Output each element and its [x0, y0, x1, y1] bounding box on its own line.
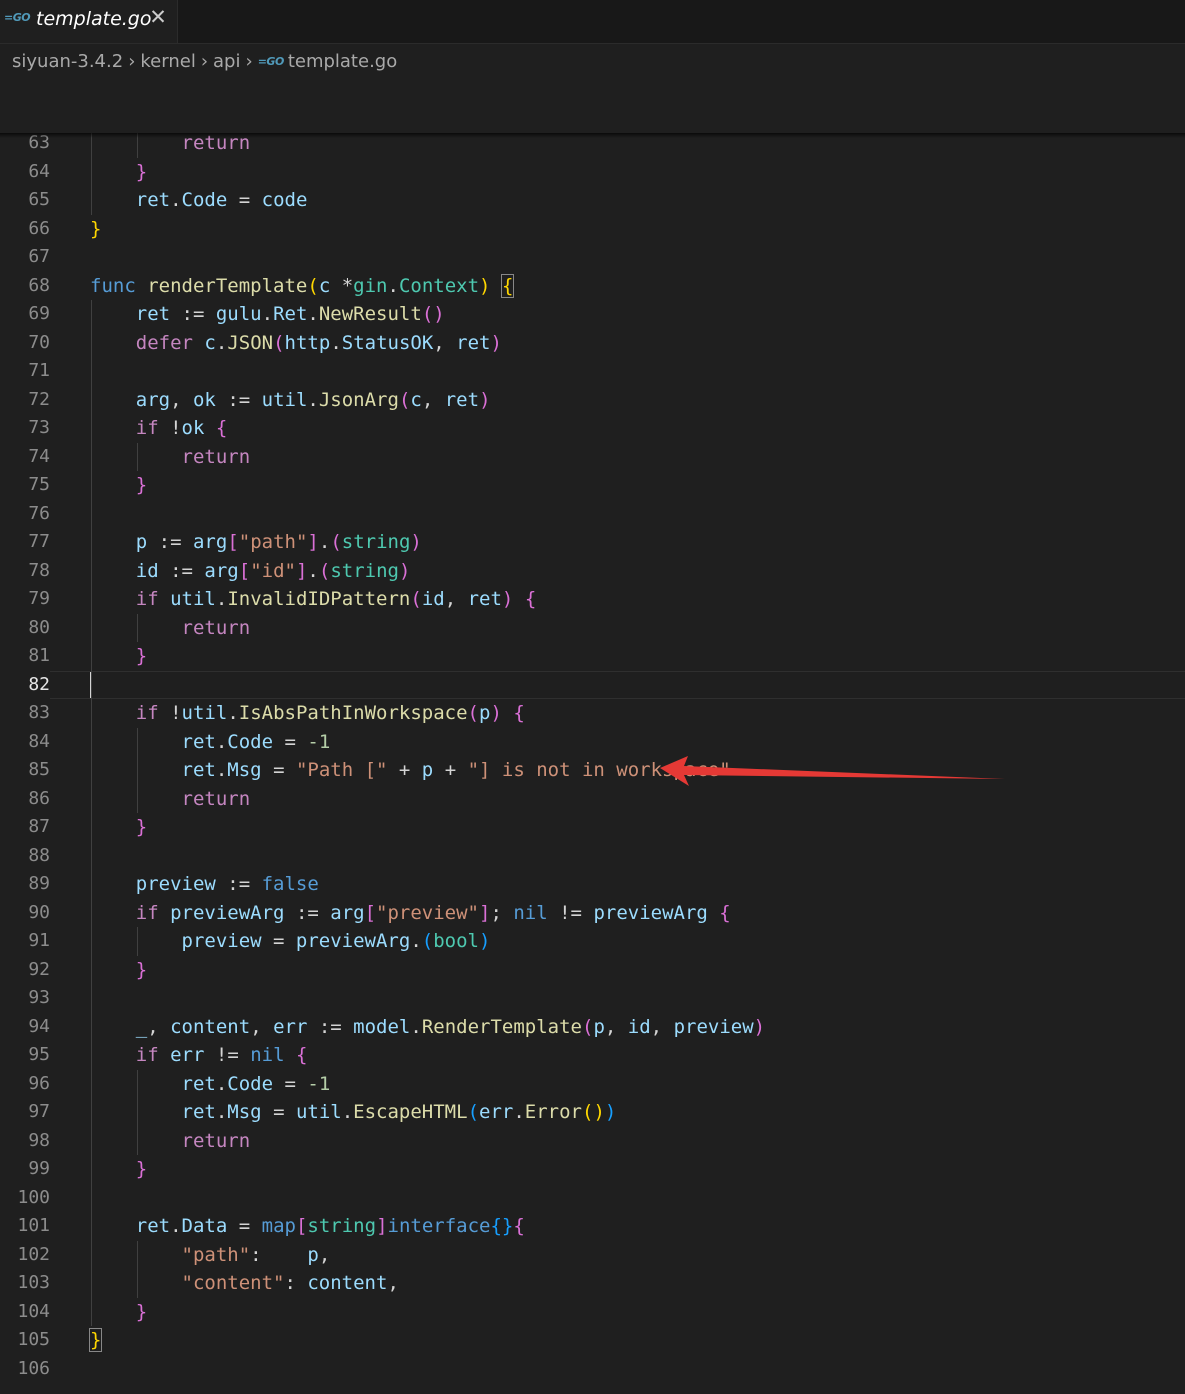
go-file-icon: =GO [4, 11, 31, 24]
go-file-icon: =GO [257, 54, 285, 68]
breadcrumb-item-file[interactable]: template.go [288, 51, 397, 72]
chevron-right-icon: › [245, 50, 253, 72]
breadcrumb-item-siyuan[interactable]: siyuan-3.4.2 [12, 51, 123, 72]
breadcrumb-item-api[interactable]: api [213, 51, 240, 72]
tab-bar: =GO template.go ✕ [0, 0, 1185, 44]
chevron-right-icon: › [200, 50, 209, 72]
close-icon[interactable]: ✕ [147, 6, 169, 28]
breadcrumb: siyuan-3.4.2 › kernel › api › =GO templa… [12, 48, 397, 74]
chevron-right-icon: › [128, 50, 136, 72]
tab-label: template.go [36, 8, 152, 30]
tab-template-go[interactable]: =GO template.go ✕ [0, 0, 178, 43]
breadcrumb-item-kernel[interactable]: kernel [140, 51, 195, 72]
code-editor[interactable]: 47func docSaveAsTemplate(c *gin.Context)… [0, 76, 1185, 1394]
red-arrow-icon [660, 756, 1005, 786]
